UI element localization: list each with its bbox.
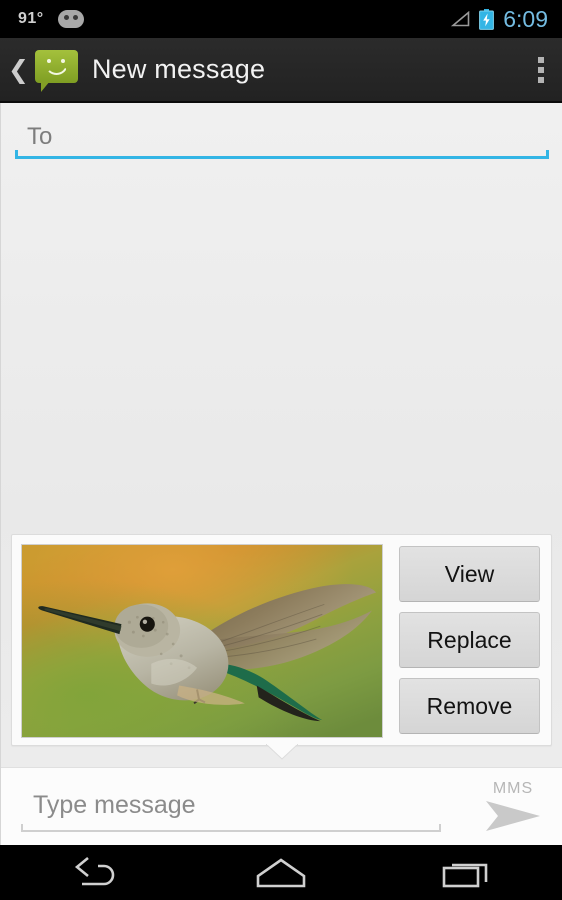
- nav-home-icon[interactable]: [226, 853, 336, 893]
- action-bar: ❮ New message: [0, 38, 562, 103]
- signal-triangle-icon: [451, 11, 470, 27]
- message-compose-screen: To View Replace Remove Type message MMS: [0, 103, 562, 845]
- clock-label: 6:09: [503, 5, 548, 32]
- send-button[interactable]: MMS: [484, 780, 542, 833]
- up-back-chevron-icon[interactable]: ❮: [0, 57, 35, 82]
- conversation-list: [1, 166, 562, 534]
- status-bar-right: 6:09: [451, 6, 562, 33]
- temperature-label: 91°: [18, 10, 44, 27]
- status-bar-left: 91°: [0, 10, 84, 28]
- system-navigation-bar: [0, 845, 562, 900]
- messaging-bubble-icon[interactable]: [34, 49, 78, 92]
- replace-button[interactable]: Replace: [399, 612, 540, 668]
- phone-screen: 91° 6:09 ❮ New message To View Replace R…: [0, 0, 562, 900]
- nav-recents-icon[interactable]: [413, 853, 523, 893]
- message-input[interactable]: Type message: [21, 782, 441, 832]
- recipient-input[interactable]: To: [15, 117, 549, 159]
- battery-charging-icon: [479, 8, 495, 30]
- send-arrow-icon[interactable]: [484, 799, 542, 833]
- attachment-thumbnail[interactable]: [21, 544, 383, 738]
- remove-button[interactable]: Remove: [399, 678, 540, 734]
- mms-label: MMS: [492, 780, 534, 797]
- compose-bar: Type message MMS: [1, 767, 562, 845]
- nav-back-icon[interactable]: [39, 853, 149, 893]
- attachment-panel-notch: [265, 744, 298, 760]
- recipient-row: To: [1, 103, 562, 166]
- status-bar: 91° 6:09: [0, 0, 562, 38]
- overflow-menu-icon[interactable]: [528, 56, 562, 83]
- page-title: New message: [91, 54, 266, 84]
- attachment-panel: View Replace Remove: [11, 534, 552, 760]
- attachment-panel-wrapper: View Replace Remove: [1, 534, 562, 760]
- view-button[interactable]: View: [399, 546, 540, 602]
- android-face-icon: [57, 10, 84, 28]
- attachment-actions: View Replace Remove: [393, 544, 542, 736]
